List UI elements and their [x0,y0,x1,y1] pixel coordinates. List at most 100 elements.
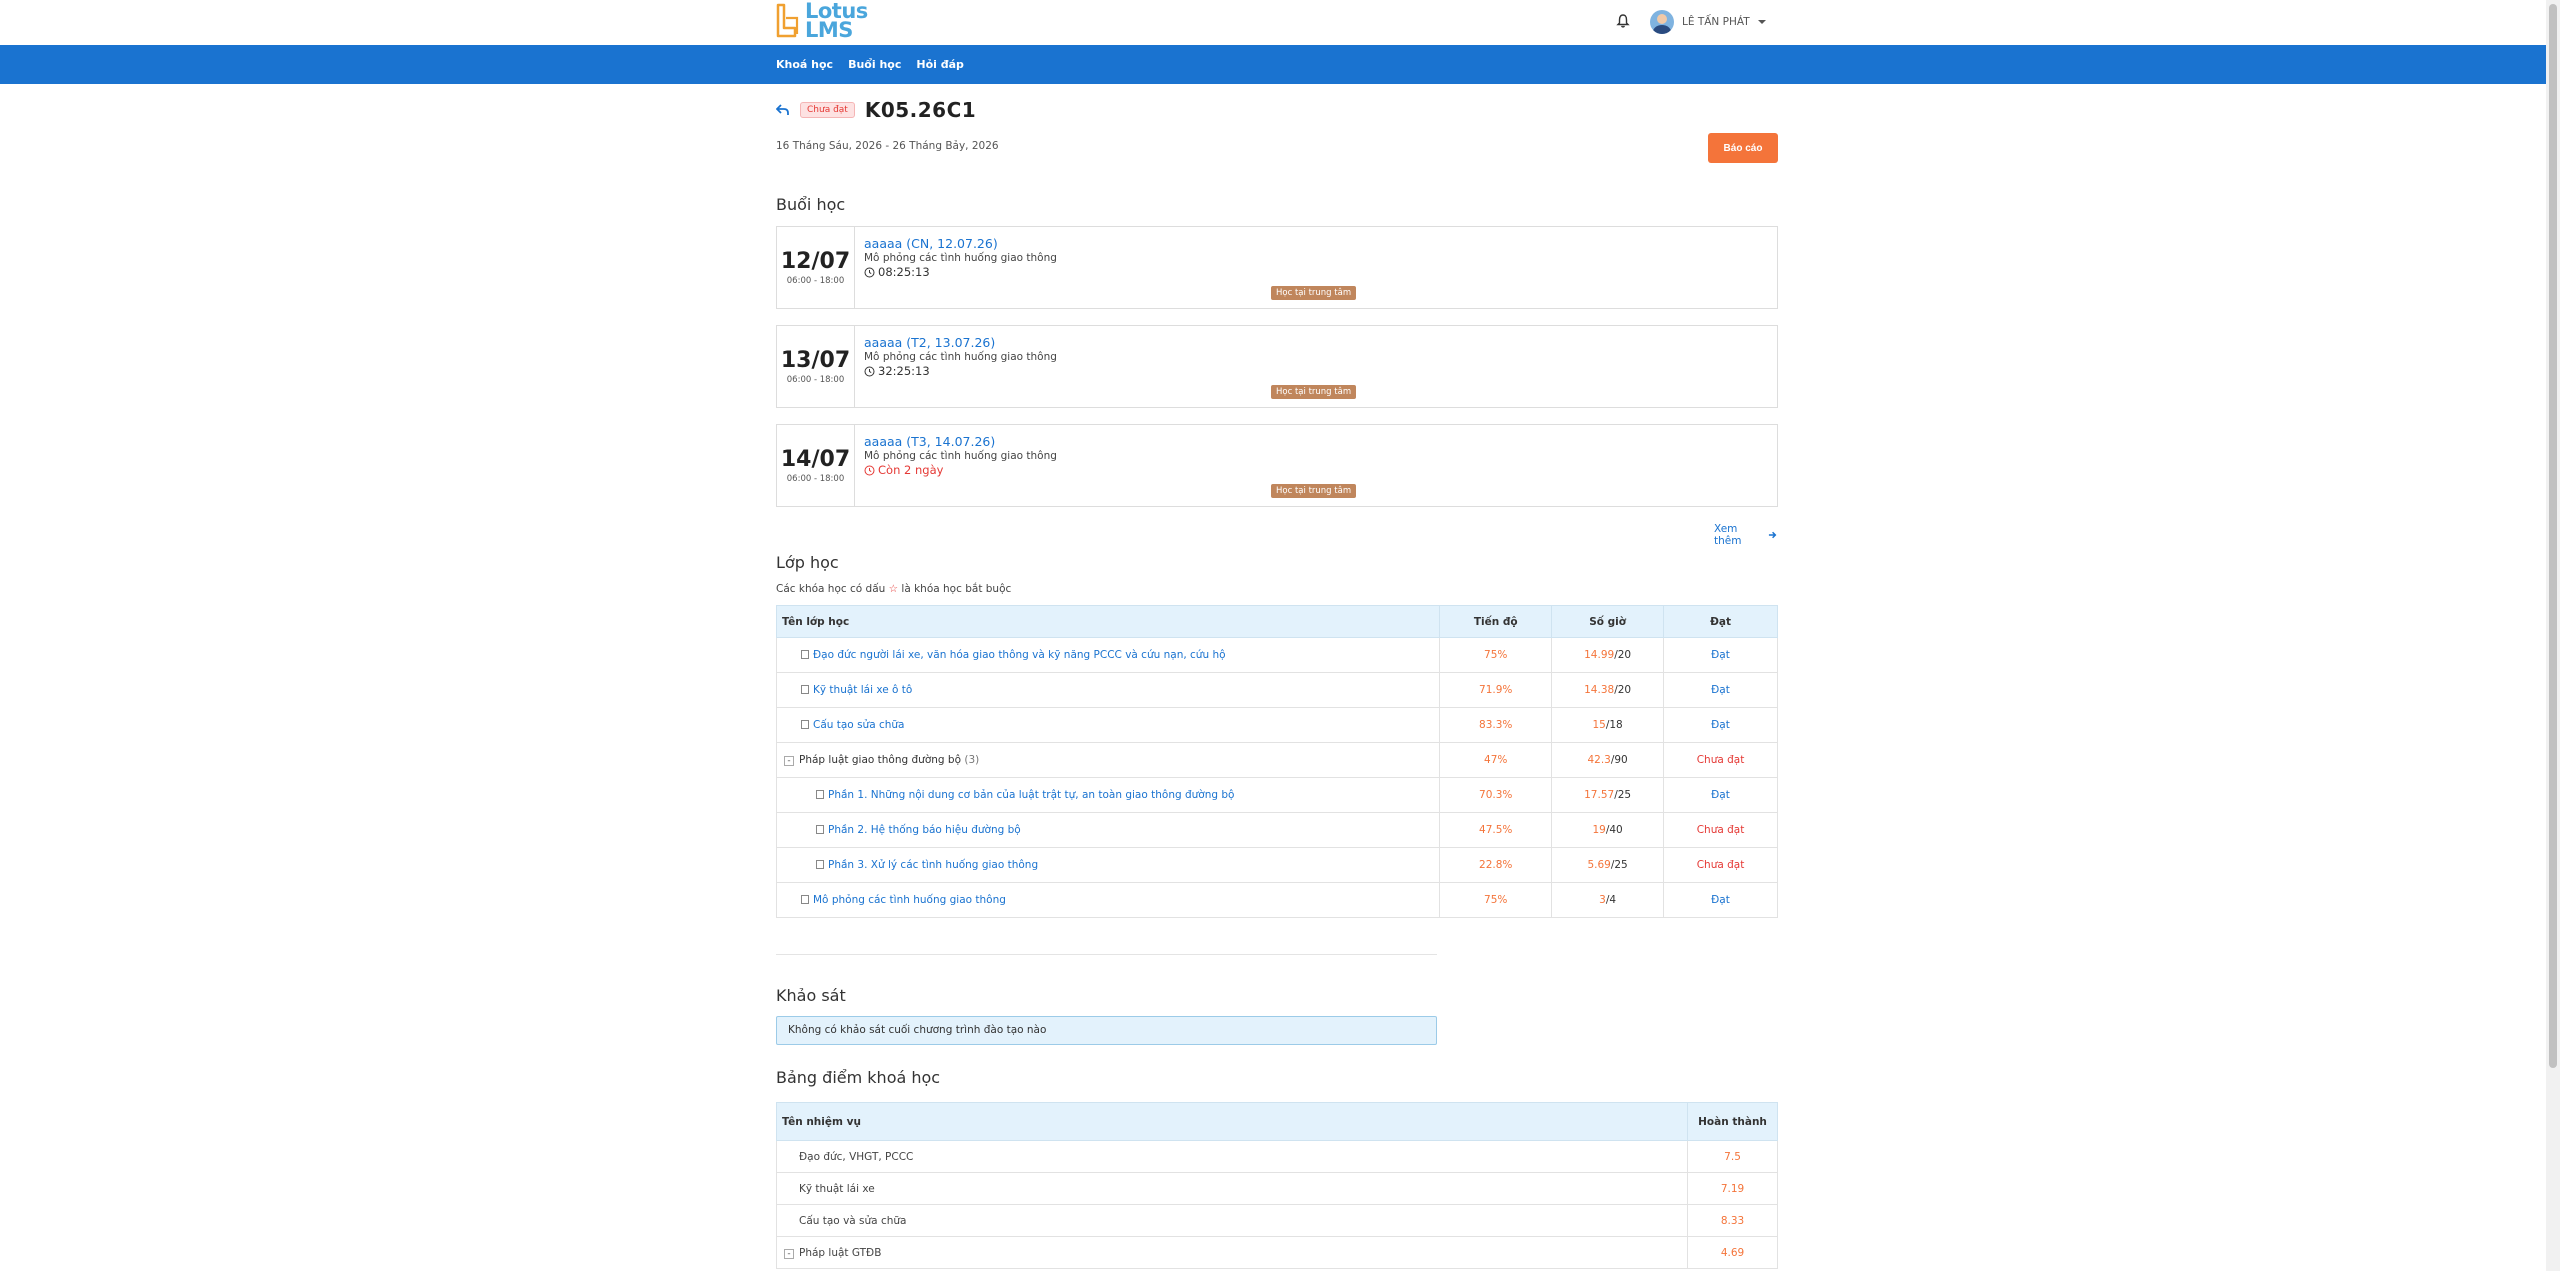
table-row: Phần 2. Hệ thống báo hiệu đường bộ 47.5%… [775,812,1778,848]
class-link[interactable]: Đạo đức người lái xe, văn hóa giao thông… [813,649,1226,661]
divider [776,954,1437,955]
sessions-heading: Buổi học [776,195,846,214]
progress-value: 70.3% [1439,777,1553,813]
session-date: 13/07 06:00 - 18:00 [777,326,855,407]
task-score: 4.69 [1687,1236,1778,1269]
star-icon: ☆ [888,583,899,595]
class-link[interactable]: Phần 3. Xử lý các tình huống giao thông [828,859,1038,871]
arrow-right-icon [1768,531,1777,539]
location-tag: Học tại trung tâm [1271,286,1357,300]
document-icon [816,825,824,834]
passed-value: Đạt [1663,882,1778,918]
class-link[interactable]: Mô phỏng các tình huống giao thông [813,894,1006,906]
nav-qa[interactable]: Hỏi đáp [916,58,964,71]
scrollbar-thumb[interactable] [2549,4,2557,1068]
status-badge: Chưa đạt [800,102,855,118]
col-task-name: Tên nhiệm vụ [775,1102,1689,1141]
classes-table: Tên lớp học Tiến độ Số giờ Đạt Đạo đức n… [775,605,1778,918]
session-title-link[interactable]: aaaaa (T2, 13.07.26) [864,335,1057,350]
collapse-toggle[interactable]: - [784,1248,794,1259]
avatar [1650,10,1674,34]
col-progress: Tiến độ [1439,605,1553,638]
table-header-row: Tên lớp học Tiến độ Số giờ Đạt [775,605,1778,638]
see-more-link[interactable]: Xem thêm [1714,523,1777,547]
col-hours: Số giờ [1551,605,1665,638]
table-row: Đạo đức người lái xe, văn hóa giao thông… [775,637,1778,673]
task-score: 7.19 [1687,1172,1778,1205]
hours-value: 17.57/25 [1551,777,1665,813]
notification-bell-icon[interactable] [1615,13,1631,29]
table-row-group: - Pháp luật GTĐB 4.69 [775,1236,1778,1269]
nav-sessions[interactable]: Buổi học [848,58,901,71]
back-arrow-icon[interactable] [775,104,790,116]
table-row: Mô phỏng các tình huống giao thông 75% 3… [775,882,1778,918]
col-class-name: Tên lớp học [775,605,1441,638]
nav-courses[interactable]: Khoá học [776,58,833,71]
passed-value: Chưa đạt [1663,742,1778,778]
clock-icon [864,366,875,376]
task-score: 8.33 [1687,1204,1778,1237]
session-card[interactable]: 12/07 06:00 - 18:00 aaaaa (CN, 12.07.26)… [776,226,1778,309]
task-name: Pháp luật GTĐB [799,1246,882,1259]
session-card[interactable]: 13/07 06:00 - 18:00 aaaaa (T2, 13.07.26)… [776,325,1778,408]
session-title-link[interactable]: aaaaa (T3, 14.07.26) [864,434,1057,449]
course-date-range: 16 Tháng Sáu, 2026 - 26 Tháng Bảy, 2026 [776,140,999,152]
session-day: 12/07 [780,249,851,274]
session-subtitle: Mô phỏng các tình huống giao thông [864,351,1057,363]
passed-value: Đạt [1663,672,1778,708]
passed-value: Chưa đạt [1663,812,1778,848]
classes-heading: Lớp học [776,553,839,572]
document-icon [816,860,824,869]
passed-value: Đạt [1663,777,1778,813]
hours-value: 14.38/20 [1551,672,1665,708]
survey-empty-alert: Không có khảo sát cuối chương trình đào … [776,1016,1437,1045]
lotus-lms-logo[interactable]: Lotus LMS [775,1,868,42]
clock-icon [864,465,875,475]
note-after: là khóa học bắt buộc [901,583,1012,595]
user-name: LÊ TẤN PHÁT [1682,16,1750,28]
scores-table: Tên nhiệm vụ Hoàn thành Đạo đức, VHGT, P… [775,1102,1778,1269]
session-card[interactable]: 14/07 06:00 - 18:00 aaaaa (T3, 14.07.26)… [776,424,1778,507]
session-subtitle: Mô phỏng các tình huống giao thông [864,252,1057,264]
progress-value: 75% [1439,882,1553,918]
table-row: Phần 3. Xử lý các tình huống giao thông … [775,847,1778,883]
progress-value: 75% [1439,637,1553,673]
hours-value: 5.69/25 [1551,847,1665,883]
clock-icon [864,267,875,277]
table-row: Phần 1. Những nội dung cơ bản của luật t… [775,777,1778,813]
table-row: Kỹ thuật lái xe 7.19 [775,1172,1778,1205]
countdown-text: 32:25:13 [878,364,930,378]
hours-value: 3/4 [1551,882,1665,918]
document-icon [801,650,809,659]
session-title-link[interactable]: aaaaa (CN, 12.07.26) [864,236,1057,251]
table-row-group: - Pháp luật giao thông đường bộ (3) 47% 4… [775,742,1778,778]
passed-value: Chưa đạt [1663,847,1778,883]
session-countdown: 32:25:13 [864,364,1057,378]
class-link[interactable]: Kỹ thuật lái xe ô tô [813,684,912,696]
progress-value: 47% [1439,742,1553,778]
hours-value: 42.3/90 [1551,742,1665,778]
location-tag: Học tại trung tâm [1271,385,1357,399]
class-link[interactable]: Phần 2. Hệ thống báo hiệu đường bộ [828,824,1021,836]
user-menu[interactable]: LÊ TẤN PHÁT [1650,10,1766,34]
class-link[interactable]: Phần 1. Những nội dung cơ bản của luật t… [828,789,1234,801]
session-countdown: 08:25:13 [864,265,1057,279]
passed-value: Đạt [1663,637,1778,673]
see-more-label: Xem thêm [1714,523,1742,547]
task-name: Cấu tạo và sửa chữa [775,1204,1689,1237]
survey-heading: Khảo sát [776,986,846,1005]
class-link[interactable]: Cấu tạo sửa chữa [813,719,905,731]
page-title: K05.26C1 [864,98,977,122]
table-row: Kỹ thuật lái xe ô tô 71.9% 14.38/20 Đạt [775,672,1778,708]
document-icon [801,895,809,904]
table-row: Đạo đức, VHGT, PCCC 7.5 [775,1140,1778,1173]
hours-value: 19/40 [1551,812,1665,848]
page-scrollbar[interactable] [2546,0,2560,1271]
collapse-toggle[interactable]: - [784,756,794,766]
report-button[interactable]: Báo cáo [1708,133,1778,163]
document-icon [801,685,809,694]
scores-heading: Bảng điểm khoá học [776,1068,941,1087]
table-header-row: Tên nhiệm vụ Hoàn thành [775,1102,1778,1141]
top-header: Lotus LMS LÊ TẤN PHÁT [0,0,2560,44]
logo-mark-icon [775,2,801,40]
